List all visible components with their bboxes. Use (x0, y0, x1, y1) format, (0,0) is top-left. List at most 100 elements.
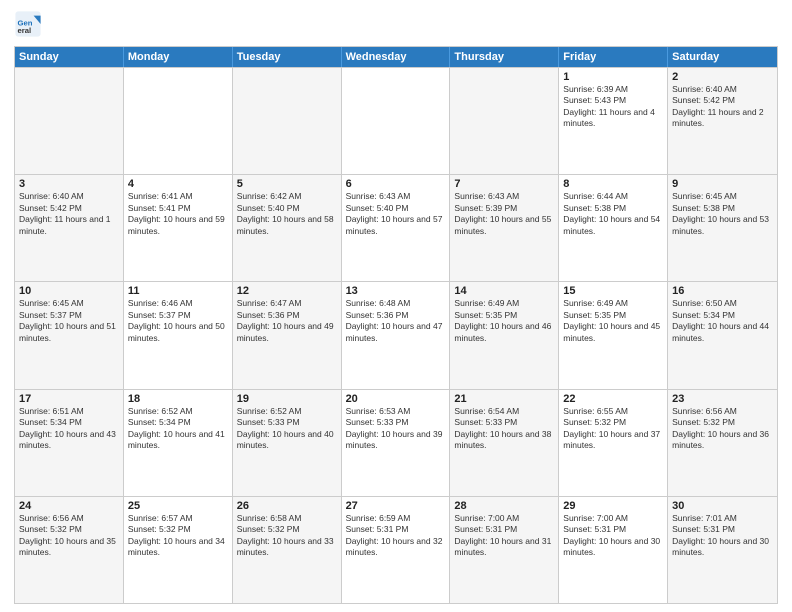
day-number: 4 (128, 178, 228, 190)
day-info: Sunrise: 6:44 AMSunset: 5:38 PMDaylight:… (563, 191, 663, 237)
day-number: 1 (563, 71, 663, 83)
day-info: Sunrise: 6:42 AMSunset: 5:40 PMDaylight:… (237, 191, 337, 237)
calendar-week: 1Sunrise: 6:39 AMSunset: 5:43 PMDaylight… (15, 67, 777, 174)
day-number: 25 (128, 500, 228, 512)
calendar-empty (233, 68, 342, 174)
day-info: Sunrise: 6:53 AMSunset: 5:33 PMDaylight:… (346, 406, 446, 452)
calendar-day: 1Sunrise: 6:39 AMSunset: 5:43 PMDaylight… (559, 68, 668, 174)
calendar-day: 18Sunrise: 6:52 AMSunset: 5:34 PMDayligh… (124, 390, 233, 496)
calendar-day: 27Sunrise: 6:59 AMSunset: 5:31 PMDayligh… (342, 497, 451, 603)
calendar-day: 28Sunrise: 7:00 AMSunset: 5:31 PMDayligh… (450, 497, 559, 603)
day-info: Sunrise: 6:50 AMSunset: 5:34 PMDaylight:… (672, 298, 773, 344)
day-info: Sunrise: 6:57 AMSunset: 5:32 PMDaylight:… (128, 513, 228, 559)
day-number: 18 (128, 393, 228, 405)
day-number: 20 (346, 393, 446, 405)
day-info: Sunrise: 6:51 AMSunset: 5:34 PMDaylight:… (19, 406, 119, 452)
day-info: Sunrise: 6:55 AMSunset: 5:32 PMDaylight:… (563, 406, 663, 452)
calendar-day: 9Sunrise: 6:45 AMSunset: 5:38 PMDaylight… (668, 175, 777, 281)
calendar-day: 7Sunrise: 6:43 AMSunset: 5:39 PMDaylight… (450, 175, 559, 281)
day-info: Sunrise: 6:40 AMSunset: 5:42 PMDaylight:… (672, 84, 773, 130)
calendar-empty (124, 68, 233, 174)
calendar-body: 1Sunrise: 6:39 AMSunset: 5:43 PMDaylight… (15, 67, 777, 603)
day-number: 19 (237, 393, 337, 405)
page: Gen eral SundayMondayTuesdayWednesdayThu… (0, 0, 792, 612)
calendar-day: 25Sunrise: 6:57 AMSunset: 5:32 PMDayligh… (124, 497, 233, 603)
calendar-day: 26Sunrise: 6:58 AMSunset: 5:32 PMDayligh… (233, 497, 342, 603)
day-number: 30 (672, 500, 773, 512)
calendar-day: 22Sunrise: 6:55 AMSunset: 5:32 PMDayligh… (559, 390, 668, 496)
calendar-day: 30Sunrise: 7:01 AMSunset: 5:31 PMDayligh… (668, 497, 777, 603)
day-number: 9 (672, 178, 773, 190)
day-info: Sunrise: 6:52 AMSunset: 5:34 PMDaylight:… (128, 406, 228, 452)
weekday-header: Sunday (15, 47, 124, 67)
day-info: Sunrise: 6:56 AMSunset: 5:32 PMDaylight:… (19, 513, 119, 559)
weekday-header: Saturday (668, 47, 777, 67)
day-info: Sunrise: 6:40 AMSunset: 5:42 PMDaylight:… (19, 191, 119, 237)
calendar-day: 3Sunrise: 6:40 AMSunset: 5:42 PMDaylight… (15, 175, 124, 281)
calendar-day: 6Sunrise: 6:43 AMSunset: 5:40 PMDaylight… (342, 175, 451, 281)
day-number: 16 (672, 285, 773, 297)
calendar-empty (15, 68, 124, 174)
day-info: Sunrise: 6:49 AMSunset: 5:35 PMDaylight:… (563, 298, 663, 344)
calendar-day: 23Sunrise: 6:56 AMSunset: 5:32 PMDayligh… (668, 390, 777, 496)
day-number: 2 (672, 71, 773, 83)
calendar-day: 14Sunrise: 6:49 AMSunset: 5:35 PMDayligh… (450, 282, 559, 388)
calendar-day: 13Sunrise: 6:48 AMSunset: 5:36 PMDayligh… (342, 282, 451, 388)
calendar-empty (450, 68, 559, 174)
calendar-day: 2Sunrise: 6:40 AMSunset: 5:42 PMDaylight… (668, 68, 777, 174)
day-info: Sunrise: 7:00 AMSunset: 5:31 PMDaylight:… (454, 513, 554, 559)
weekday-header: Thursday (450, 47, 559, 67)
calendar-week: 3Sunrise: 6:40 AMSunset: 5:42 PMDaylight… (15, 174, 777, 281)
day-info: Sunrise: 6:48 AMSunset: 5:36 PMDaylight:… (346, 298, 446, 344)
day-number: 3 (19, 178, 119, 190)
day-info: Sunrise: 6:54 AMSunset: 5:33 PMDaylight:… (454, 406, 554, 452)
day-number: 29 (563, 500, 663, 512)
weekday-header: Friday (559, 47, 668, 67)
day-number: 8 (563, 178, 663, 190)
day-info: Sunrise: 6:58 AMSunset: 5:32 PMDaylight:… (237, 513, 337, 559)
logo-icon: Gen eral (14, 10, 42, 38)
day-number: 6 (346, 178, 446, 190)
day-number: 11 (128, 285, 228, 297)
day-info: Sunrise: 6:52 AMSunset: 5:33 PMDaylight:… (237, 406, 337, 452)
day-number: 7 (454, 178, 554, 190)
day-number: 17 (19, 393, 119, 405)
day-info: Sunrise: 7:00 AMSunset: 5:31 PMDaylight:… (563, 513, 663, 559)
day-info: Sunrise: 6:39 AMSunset: 5:43 PMDaylight:… (563, 84, 663, 130)
day-number: 5 (237, 178, 337, 190)
day-info: Sunrise: 6:56 AMSunset: 5:32 PMDaylight:… (672, 406, 773, 452)
calendar-day: 8Sunrise: 6:44 AMSunset: 5:38 PMDaylight… (559, 175, 668, 281)
logo: Gen eral (14, 10, 46, 38)
day-number: 10 (19, 285, 119, 297)
calendar-week: 17Sunrise: 6:51 AMSunset: 5:34 PMDayligh… (15, 389, 777, 496)
calendar-week: 10Sunrise: 6:45 AMSunset: 5:37 PMDayligh… (15, 281, 777, 388)
calendar-day: 17Sunrise: 6:51 AMSunset: 5:34 PMDayligh… (15, 390, 124, 496)
calendar: SundayMondayTuesdayWednesdayThursdayFrid… (14, 46, 778, 604)
calendar-day: 11Sunrise: 6:46 AMSunset: 5:37 PMDayligh… (124, 282, 233, 388)
day-number: 21 (454, 393, 554, 405)
day-number: 24 (19, 500, 119, 512)
calendar-day: 12Sunrise: 6:47 AMSunset: 5:36 PMDayligh… (233, 282, 342, 388)
day-info: Sunrise: 6:49 AMSunset: 5:35 PMDaylight:… (454, 298, 554, 344)
day-info: Sunrise: 6:41 AMSunset: 5:41 PMDaylight:… (128, 191, 228, 237)
day-number: 13 (346, 285, 446, 297)
day-info: Sunrise: 6:47 AMSunset: 5:36 PMDaylight:… (237, 298, 337, 344)
day-number: 22 (563, 393, 663, 405)
day-info: Sunrise: 6:43 AMSunset: 5:40 PMDaylight:… (346, 191, 446, 237)
header: Gen eral (14, 10, 778, 38)
calendar-day: 19Sunrise: 6:52 AMSunset: 5:33 PMDayligh… (233, 390, 342, 496)
calendar-day: 20Sunrise: 6:53 AMSunset: 5:33 PMDayligh… (342, 390, 451, 496)
calendar-day: 21Sunrise: 6:54 AMSunset: 5:33 PMDayligh… (450, 390, 559, 496)
day-info: Sunrise: 6:46 AMSunset: 5:37 PMDaylight:… (128, 298, 228, 344)
day-number: 23 (672, 393, 773, 405)
weekday-header: Wednesday (342, 47, 451, 67)
day-info: Sunrise: 7:01 AMSunset: 5:31 PMDaylight:… (672, 513, 773, 559)
calendar-day: 10Sunrise: 6:45 AMSunset: 5:37 PMDayligh… (15, 282, 124, 388)
day-info: Sunrise: 6:45 AMSunset: 5:38 PMDaylight:… (672, 191, 773, 237)
svg-text:eral: eral (18, 26, 32, 35)
calendar-day: 24Sunrise: 6:56 AMSunset: 5:32 PMDayligh… (15, 497, 124, 603)
calendar-day: 16Sunrise: 6:50 AMSunset: 5:34 PMDayligh… (668, 282, 777, 388)
calendar-header: SundayMondayTuesdayWednesdayThursdayFrid… (15, 47, 777, 67)
day-number: 12 (237, 285, 337, 297)
calendar-day: 15Sunrise: 6:49 AMSunset: 5:35 PMDayligh… (559, 282, 668, 388)
